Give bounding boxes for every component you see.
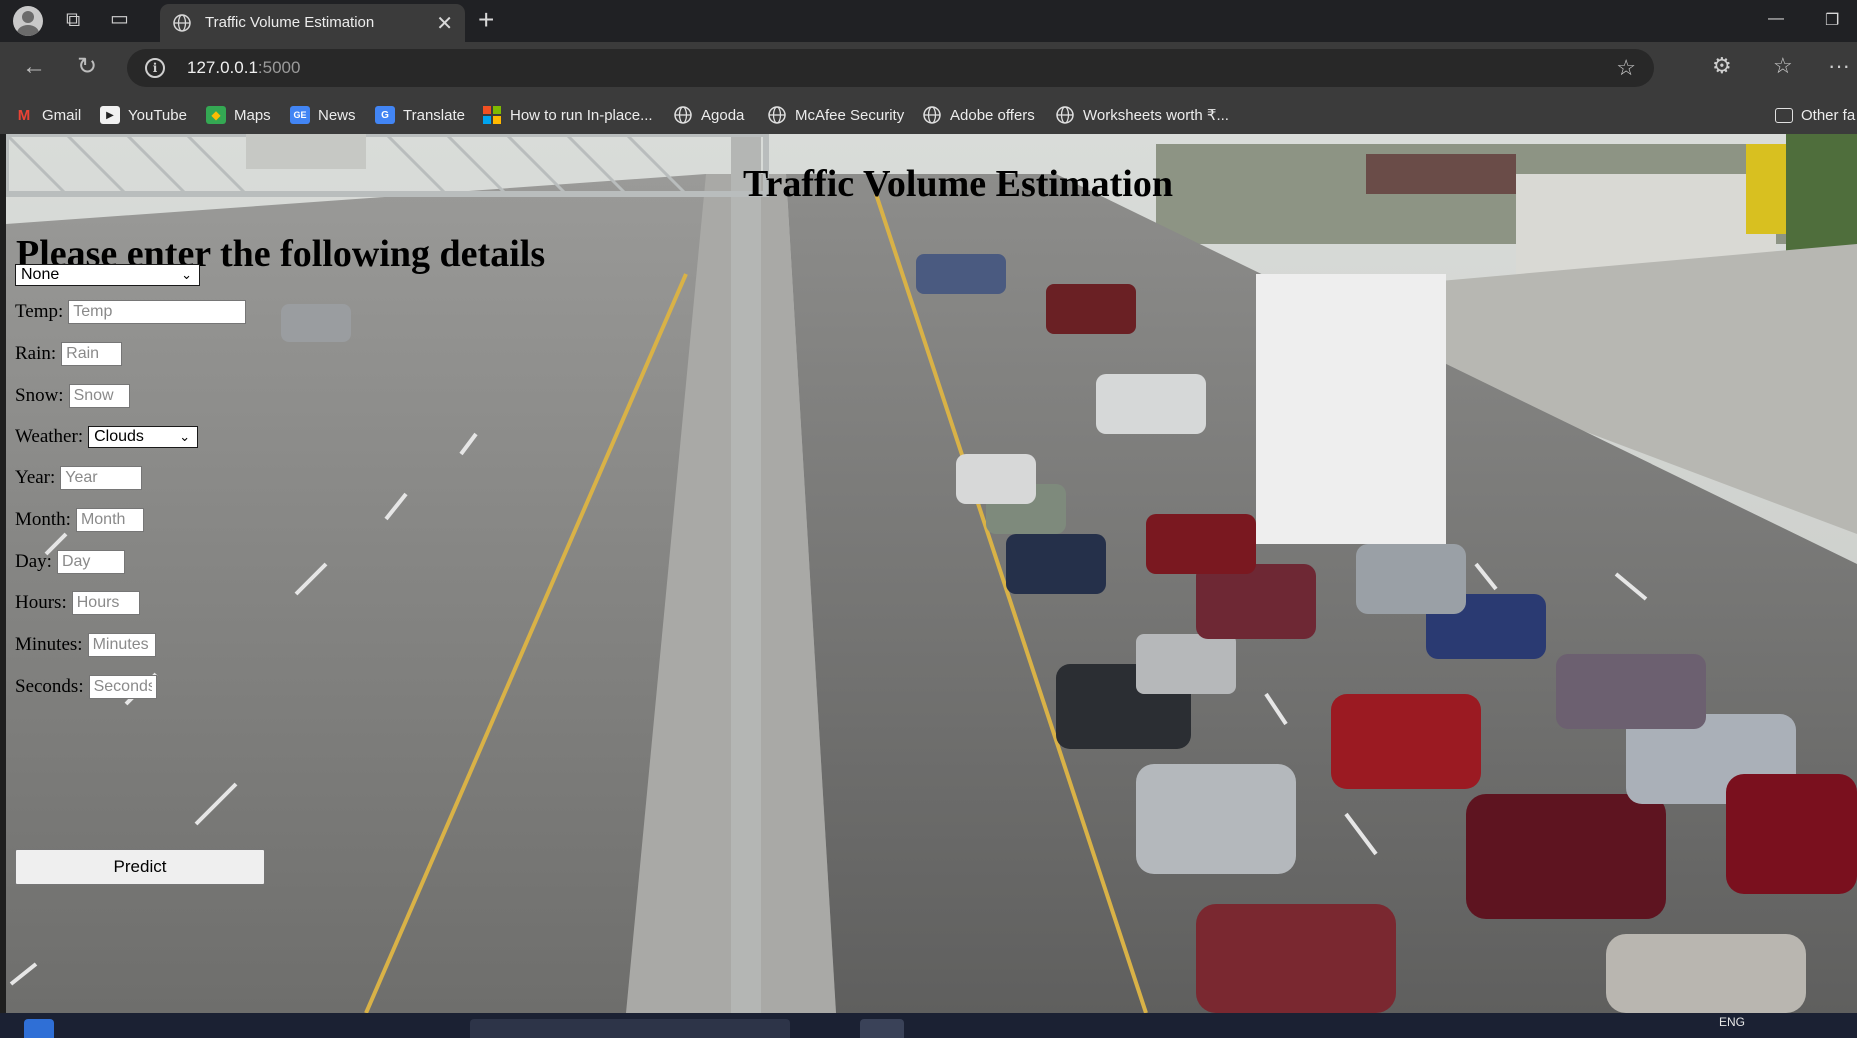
bookmarks-bar: M Gmail ▶ YouTube ◆ Maps GE News G Trans…: [0, 94, 1857, 134]
reload-icon[interactable]: ↻: [77, 55, 97, 79]
windows-icon: [483, 106, 501, 124]
bookmark-youtube[interactable]: ▶ YouTube: [100, 104, 187, 126]
year-label: Year:: [15, 467, 56, 488]
restore-icon[interactable]: ❐: [1825, 10, 1839, 30]
temp-field: Temp:: [15, 299, 247, 325]
seconds-input[interactable]: [88, 675, 157, 699]
workspaces-icon[interactable]: ⧉: [66, 10, 80, 30]
weather-label: Weather:: [15, 426, 84, 447]
globe-icon: [923, 106, 941, 124]
globe-icon: [173, 14, 191, 32]
day-field: Day:: [15, 549, 125, 575]
extensions-icon[interactable]: ⚙: [1712, 54, 1732, 78]
taskbar-app-icon[interactable]: [860, 1019, 904, 1038]
temp-label: Temp:: [15, 301, 64, 322]
bookmark-how-to-run[interactable]: How to run In-place...: [482, 104, 653, 126]
hours-label: Hours:: [15, 592, 67, 613]
chevron-down-icon: ⌄: [179, 429, 191, 444]
youtube-icon: ▶: [100, 106, 120, 124]
rain-field: Rain:: [15, 341, 123, 367]
snow-label: Snow:: [15, 385, 64, 406]
back-icon[interactable]: ←: [22, 55, 46, 79]
bookmark-maps[interactable]: ◆ Maps: [206, 104, 271, 126]
site-info-icon[interactable]: i: [145, 58, 165, 78]
taskbar-search[interactable]: [470, 1019, 790, 1038]
holiday-field: None ⌄: [15, 262, 200, 288]
predict-button[interactable]: Predict: [15, 849, 265, 885]
minutes-label: Minutes:: [15, 634, 83, 655]
page-title: Traffic Volume Estimation: [743, 163, 1173, 205]
minutes-input[interactable]: [87, 633, 156, 657]
os-taskbar: ENG: [0, 1013, 1857, 1038]
profile-avatar-icon[interactable]: [13, 6, 43, 36]
holiday-select[interactable]: None ⌄: [15, 264, 200, 286]
gmail-icon: M: [17, 106, 31, 124]
rain-input[interactable]: [61, 342, 123, 366]
folder-icon: [1775, 107, 1793, 123]
month-label: Month:: [15, 509, 71, 530]
month-field: Month:: [15, 507, 144, 533]
globe-icon: [1056, 106, 1074, 124]
page-content: Traffic Volume Estimation Please enter t…: [6, 134, 1857, 1013]
close-tab-icon[interactable]: ✕: [436, 11, 453, 36]
weather-select[interactable]: Clouds ⌄: [88, 426, 199, 448]
day-label: Day:: [15, 551, 52, 572]
bookmark-worksheets[interactable]: Worksheets worth ₹...: [1055, 104, 1229, 126]
globe-icon: [768, 106, 786, 124]
start-icon[interactable]: [24, 1019, 54, 1038]
address-bar[interactable]: i 127.0.0.1:5000 ☆: [127, 49, 1654, 87]
browser-titlebar: ⧉ ▭ Traffic Volume Estimation ✕ + — ❐: [0, 0, 1857, 42]
chevron-down-icon: ⌄: [181, 267, 192, 282]
favorites-icon[interactable]: ☆: [1773, 54, 1793, 78]
seconds-label: Seconds:: [15, 676, 84, 697]
new-tab-icon[interactable]: +: [478, 6, 494, 34]
more-menu-icon[interactable]: ···: [1828, 54, 1850, 78]
maps-icon: ◆: [206, 106, 226, 124]
favorite-star-icon[interactable]: ☆: [1616, 55, 1636, 81]
tab-title: Traffic Volume Estimation: [205, 14, 375, 31]
bookmark-news[interactable]: GE News: [290, 104, 356, 126]
bookmark-mcafee[interactable]: McAfee Security: [767, 104, 904, 126]
temp-input[interactable]: [68, 300, 247, 324]
minutes-field: Minutes:: [15, 632, 156, 658]
weather-field: Weather: Clouds ⌄: [15, 424, 199, 450]
url-text: 127.0.0.1:5000: [187, 58, 301, 77]
bookmark-agoda[interactable]: Agoda: [673, 104, 744, 126]
bookmark-gmail[interactable]: M Gmail: [14, 104, 81, 126]
globe-icon: [674, 106, 692, 124]
tab-actions-icon[interactable]: ▭: [110, 9, 129, 29]
snow-input[interactable]: [68, 384, 130, 408]
active-tab[interactable]: Traffic Volume Estimation ✕: [160, 4, 465, 42]
other-favorites[interactable]: Other fa: [1775, 104, 1855, 126]
seconds-field: Seconds:: [15, 674, 157, 700]
year-field: Year:: [15, 465, 143, 491]
bookmark-adobe[interactable]: Adobe offers: [922, 104, 1035, 126]
hours-field: Hours:: [15, 590, 140, 616]
snow-field: Snow:: [15, 383, 130, 409]
year-input[interactable]: [60, 466, 143, 490]
day-input[interactable]: [56, 550, 125, 574]
rain-label: Rain:: [15, 343, 57, 364]
month-input[interactable]: [75, 508, 144, 532]
language-indicator[interactable]: ENG: [1719, 1015, 1745, 1029]
bookmark-translate[interactable]: G Translate: [375, 104, 465, 126]
browser-toolbar: ← ↻ i 127.0.0.1:5000 ☆ ⚙ ☆ ···: [0, 42, 1857, 94]
news-icon: GE: [290, 106, 310, 124]
minimize-icon[interactable]: —: [1768, 10, 1784, 28]
hours-input[interactable]: [71, 591, 140, 615]
translate-icon: G: [375, 106, 395, 124]
